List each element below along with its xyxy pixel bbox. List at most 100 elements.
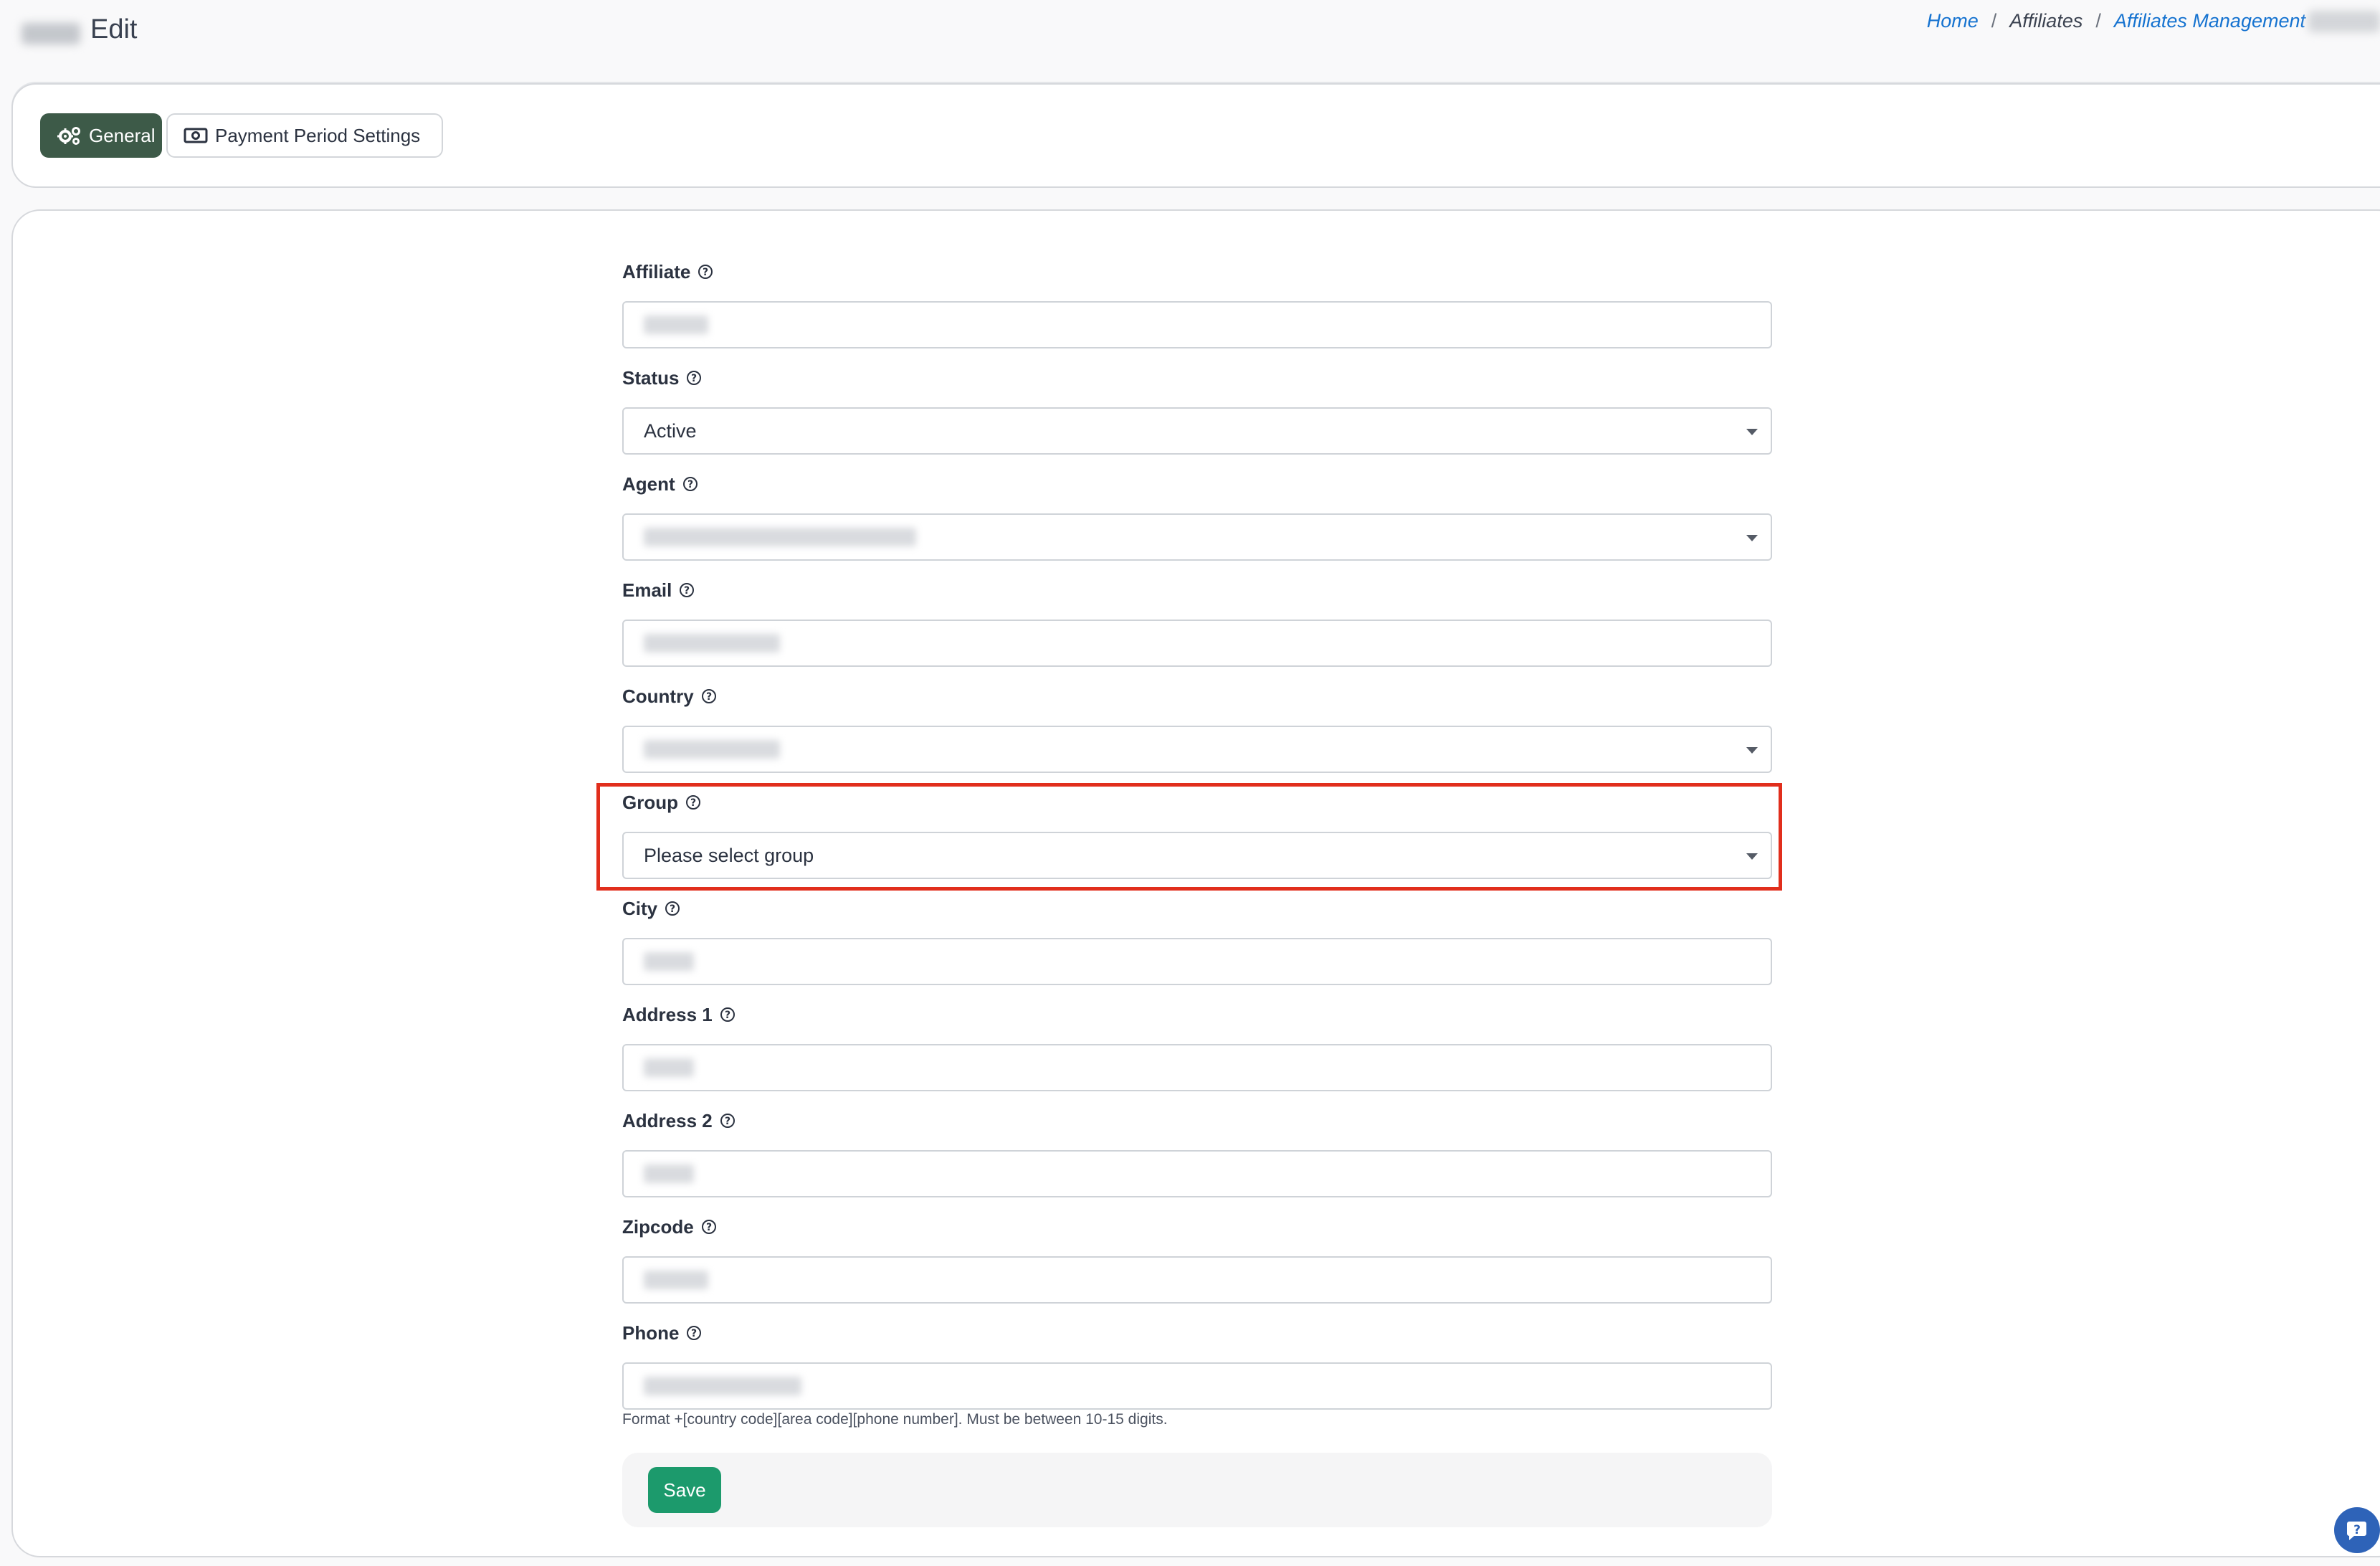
svg-text:?: ? [687, 479, 693, 490]
caret-down-icon [1746, 747, 1758, 754]
city-input[interactable] [622, 938, 1772, 985]
field-label: Country ? [622, 684, 1772, 708]
affiliate-input[interactable] [622, 301, 1772, 348]
address-1-input[interactable] [622, 1044, 1772, 1091]
svg-text:?: ? [691, 373, 697, 384]
field-label: Address 2 ? [622, 1109, 1772, 1133]
field-city: City ? [622, 896, 1772, 985]
redacted-breadcrumb-suffix [2308, 10, 2380, 32]
tab-general[interactable]: General [40, 113, 162, 158]
field-address-2: Address 2 ? [622, 1109, 1772, 1197]
field-label: Affiliate ? [622, 260, 1772, 284]
breadcrumb: Home / Affiliates / Affiliates Managemen… [1927, 10, 2380, 32]
question-circle-icon[interactable]: ? [698, 264, 713, 280]
svg-text:?: ? [703, 267, 708, 278]
field-label: Agent ? [622, 472, 1772, 496]
svg-text:?: ? [706, 1222, 712, 1233]
redacted-value [644, 740, 780, 759]
country-label: Country [622, 685, 694, 707]
question-circle-icon[interactable]: ? [701, 1219, 717, 1235]
svg-text:?: ? [691, 1328, 697, 1339]
svg-text:?: ? [725, 1116, 730, 1127]
redacted-value [644, 1377, 801, 1395]
question-circle-icon[interactable]: ? [686, 370, 702, 386]
title-area: Edit [22, 14, 137, 45]
question-circle-icon[interactable]: ? [720, 1113, 736, 1129]
affiliate-label: Affiliate [622, 260, 691, 283]
field-label: Group ? [622, 790, 1772, 815]
address-2-input[interactable] [622, 1150, 1772, 1197]
zipcode-input[interactable] [622, 1256, 1772, 1304]
email-field[interactable] [622, 620, 1772, 667]
field-zipcode: Zipcode ? [622, 1215, 1772, 1304]
svg-text:?: ? [2353, 1523, 2361, 1537]
svg-text:?: ? [690, 797, 696, 809]
svg-text:?: ? [725, 1010, 730, 1021]
gears-icon [57, 125, 82, 146]
svg-text:?: ? [684, 585, 690, 597]
caret-down-icon [1746, 429, 1758, 435]
zipcode-label: Zipcode [622, 1215, 694, 1238]
form-actions: Save [622, 1453, 1772, 1527]
city-label: City [622, 897, 658, 919]
status-select[interactable]: Active [622, 407, 1772, 455]
breadcrumb-affiliates-management[interactable]: Affiliates Management [2114, 10, 2305, 32]
phone-format-help: Format +[country code][area code][phone … [622, 1411, 1168, 1428]
field-status: Status ? Active [622, 366, 1772, 455]
breadcrumb-separator: / [2095, 10, 2101, 32]
tab-payment-period-settings[interactable]: Payment Period Settings [166, 113, 443, 158]
question-circle-icon[interactable]: ? [679, 582, 695, 598]
question-circle-icon[interactable]: ? [686, 1325, 702, 1341]
agent-select[interactable] [622, 513, 1772, 561]
agent-label: Agent [622, 473, 675, 495]
redacted-value [644, 1271, 708, 1289]
breadcrumb-affiliates: Affiliates [2009, 10, 2083, 32]
redacted-value [644, 634, 780, 652]
status-value: Active [644, 419, 697, 442]
redacted-value [644, 315, 708, 334]
page-title: Edit [90, 14, 138, 44]
question-circle-icon[interactable]: ? [720, 1007, 736, 1022]
question-circle-icon[interactable]: ? [701, 688, 717, 704]
redacted-title-prefix [22, 22, 80, 44]
caret-down-icon [1746, 535, 1758, 541]
question-circle-icon[interactable]: ? [685, 794, 701, 810]
field-phone: Phone ? [622, 1321, 1772, 1410]
save-button[interactable]: Save [648, 1467, 721, 1513]
tab-bar: General Payment Period Settings [11, 83, 2380, 188]
tab-general-label: General [89, 124, 156, 146]
redacted-value [644, 1058, 694, 1077]
page-header: Edit Home / Affiliates / Affiliates Mana… [0, 0, 2380, 79]
field-country: Country ? [622, 684, 1772, 773]
svg-text:?: ? [706, 691, 712, 703]
field-email: Email ? [622, 578, 1772, 667]
field-label: Zipcode ? [622, 1215, 1772, 1239]
phone-label: Phone [622, 1321, 680, 1344]
question-circle-icon[interactable]: ? [682, 476, 698, 492]
help-chat-icon[interactable]: ? [2334, 1507, 2380, 1553]
group-select[interactable]: Please select group [622, 832, 1772, 879]
phone-input[interactable] [622, 1362, 1772, 1410]
breadcrumb-separator: / [1991, 10, 1997, 32]
group-placeholder: Please select group [644, 844, 814, 866]
breadcrumb-home[interactable]: Home [1927, 10, 1979, 32]
field-agent: Agent ? [622, 472, 1772, 561]
redacted-value [644, 528, 916, 546]
country-select[interactable] [622, 726, 1772, 773]
caret-down-icon [1746, 853, 1758, 860]
field-group: Group ? Please select group [622, 790, 1772, 879]
address-2-label: Address 2 [622, 1109, 713, 1131]
address-1-label: Address 1 [622, 1003, 713, 1025]
field-label: Email ? [622, 578, 1772, 602]
field-label: Phone ? [622, 1321, 1772, 1345]
svg-text:?: ? [670, 903, 675, 915]
field-label: Status ? [622, 366, 1772, 390]
field-label: City ? [622, 896, 1772, 921]
tab-payment-period-label: Payment Period Settings [215, 124, 421, 146]
redacted-value [644, 952, 694, 971]
group-label: Group [622, 791, 678, 813]
question-circle-icon[interactable]: ? [665, 901, 680, 916]
email-label: Email [622, 579, 672, 601]
redacted-value [644, 1164, 694, 1183]
field-affiliate: Affiliate ? [622, 260, 1772, 348]
